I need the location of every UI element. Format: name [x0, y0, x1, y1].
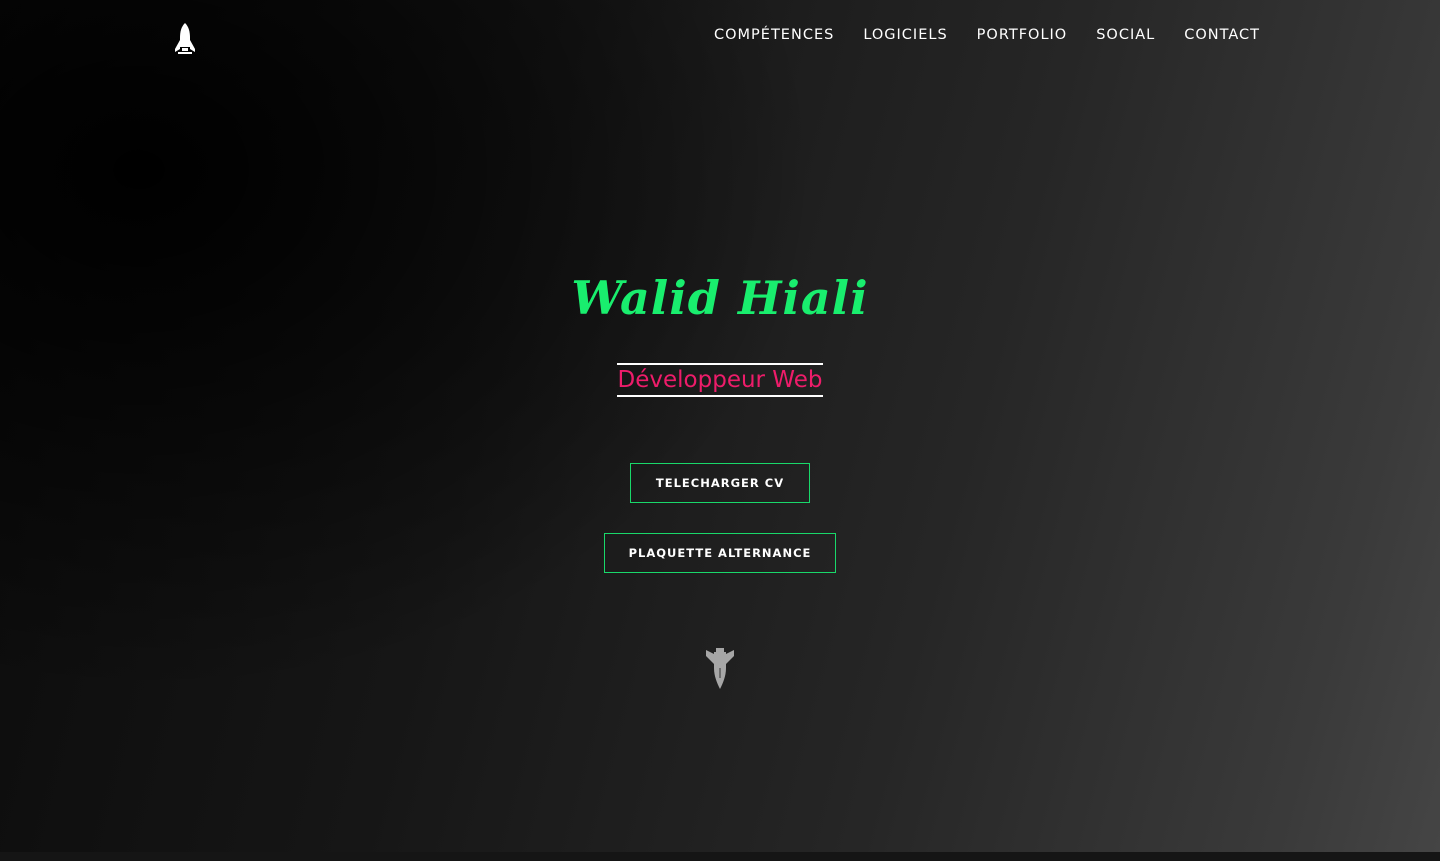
nav-item-portfolio[interactable]: PORTFOLIO: [977, 25, 1068, 45]
nav-item-logiciels[interactable]: LOGICIELS: [863, 25, 947, 45]
hero-section: [0, 0, 1440, 852]
plaquette-alternance-button[interactable]: PLAQUETTE ALTERNANCE: [604, 533, 836, 573]
footer-strip: [0, 852, 1440, 861]
hero-role-wrapper: Développeur Web: [0, 363, 1440, 397]
hero-role: Développeur Web: [616, 363, 824, 397]
nav-item-contact[interactable]: CONTACT: [1184, 25, 1260, 45]
nav-item-social[interactable]: SOCIAL: [1096, 25, 1155, 45]
rocket-down-icon[interactable]: [704, 648, 736, 690]
main-nav: COMPÉTENCES LOGICIELS PORTFOLIO SOCIAL C…: [714, 25, 1260, 45]
hero-name: Walid Hiali: [571, 271, 869, 325]
download-cv-button[interactable]: TELECHARGER CV: [630, 463, 810, 503]
rocket-icon[interactable]: [172, 22, 198, 56]
nav-item-competences[interactable]: COMPÉTENCES: [714, 25, 834, 45]
